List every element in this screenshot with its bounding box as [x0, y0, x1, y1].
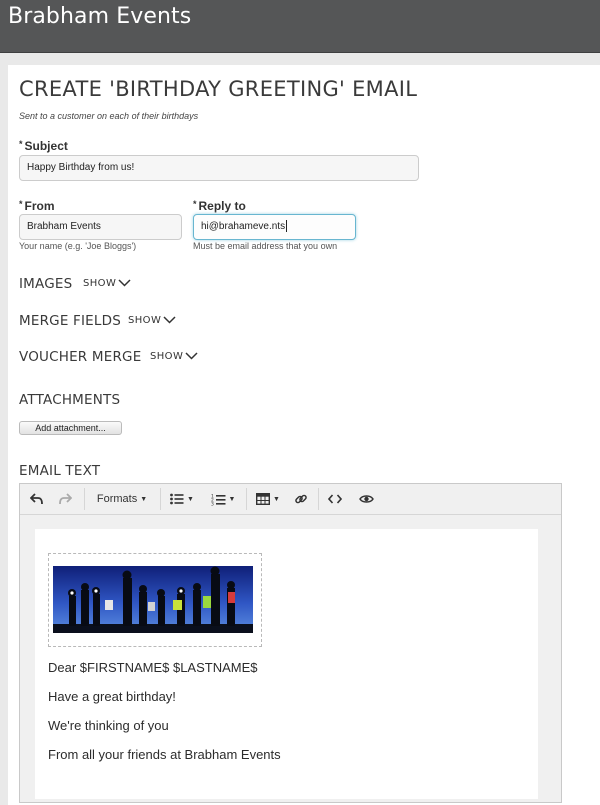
text-cursor — [286, 220, 288, 233]
add-attachment-button[interactable]: Add attachment... — [19, 421, 122, 435]
from-label-text: From — [24, 199, 55, 213]
toolbar-divider — [246, 488, 247, 510]
editor-content[interactable]: Dear $FIRSTNAME$ $LASTNAME$ Have a great… — [35, 529, 538, 799]
table-button[interactable]: ▼ — [250, 488, 286, 510]
subject-input[interactable]: Happy Birthday from us! — [19, 155, 419, 181]
bullet-list-button[interactable]: ▼ — [164, 488, 200, 510]
email-photo — [53, 566, 253, 633]
toolbar-divider — [318, 488, 319, 510]
merge-fields-show-toggle[interactable]: SHOW — [128, 315, 176, 326]
caret-down-icon: ▼ — [187, 495, 194, 503]
toolbar-divider — [84, 488, 85, 510]
chevron-down-icon — [163, 316, 176, 324]
from-input[interactable]: Brabham Events — [19, 214, 182, 240]
email-body-line: Have a great birthday! — [48, 689, 176, 704]
table-icon — [256, 493, 271, 505]
voucher-merge-show-toggle[interactable]: SHOW — [150, 351, 198, 362]
reply-to-hint: Must be email address that you own — [193, 241, 338, 251]
required-marker: * — [19, 139, 23, 149]
toolbar-divider — [160, 488, 161, 510]
code-icon — [328, 494, 342, 504]
images-section-title: IMAGES — [19, 276, 73, 292]
source-code-button[interactable] — [324, 488, 346, 510]
email-text-section-title: EMAIL TEXT — [19, 463, 101, 479]
subject-label-text: Subject — [24, 139, 68, 153]
numbered-list-button[interactable]: 1 2 3 ▼ — [204, 488, 242, 510]
formats-label: Formats — [96, 493, 138, 505]
reply-to-label-text: Reply to — [198, 199, 246, 213]
link-button[interactable] — [290, 488, 312, 510]
required-marker: * — [193, 199, 197, 209]
redo-button[interactable] — [54, 488, 76, 510]
reply-to-value: hi@brahameve.nts — [201, 221, 286, 232]
chevron-down-icon — [185, 352, 198, 360]
email-body-line: We're thinking of you — [48, 718, 169, 733]
undo-button[interactable] — [26, 488, 48, 510]
from-label: * From — [19, 199, 55, 213]
voucher-merge-section-title: VOUCHER MERGE — [19, 349, 142, 365]
eye-icon — [358, 495, 374, 503]
merge-fields-show-label: SHOW — [128, 315, 162, 326]
merge-fields-section-title: MERGE FIELDS — [19, 313, 122, 329]
numbered-list-icon: 123 — [211, 493, 226, 506]
attachments-section-title: ATTACHMENTS — [19, 392, 121, 408]
reply-to-input[interactable]: hi@brahameve.nts — [193, 214, 356, 240]
runners-photo-image — [53, 566, 253, 633]
bullet-list-icon — [170, 493, 184, 505]
from-hint: Your name (e.g. 'Joe Bloggs') — [19, 241, 137, 251]
link-icon — [295, 494, 307, 504]
rich-text-editor: Formats ▼ ▼ 1 2 3 ▼ ▼ Dear $FIRSTNAME$ $… — [19, 483, 562, 803]
formats-dropdown[interactable]: Formats ▼ — [90, 488, 154, 510]
redo-icon — [59, 493, 72, 505]
svg-text:3: 3 — [211, 501, 214, 506]
caret-down-icon: ▼ — [273, 495, 280, 503]
app-header: Brabham Events — [0, 0, 600, 53]
caret-down-icon: ▼ — [228, 495, 236, 503]
required-marker: * — [19, 199, 23, 209]
subject-label: * Subject — [19, 139, 68, 153]
app-brand[interactable]: Brabham Events — [8, 4, 191, 29]
reply-to-label: * Reply to — [193, 199, 246, 213]
editor-toolbar: Formats ▼ ▼ 1 2 3 ▼ ▼ — [20, 484, 561, 515]
email-image[interactable] — [48, 553, 262, 647]
page-title: CREATE 'BIRTHDAY GREETING' EMAIL — [19, 77, 418, 101]
undo-icon — [30, 493, 43, 505]
caret-down-icon: ▼ — [140, 495, 148, 503]
chevron-down-icon — [118, 279, 131, 287]
images-show-toggle[interactable]: SHOW — [83, 278, 131, 289]
voucher-merge-show-label: SHOW — [150, 351, 184, 362]
preview-button[interactable] — [354, 488, 378, 510]
page-subtitle: Sent to a customer on each of their birt… — [19, 111, 199, 121]
email-signoff-line: From all your friends at Brabham Events — [48, 747, 281, 762]
email-greeting-line: Dear $FIRSTNAME$ $LASTNAME$ — [48, 660, 258, 675]
images-show-label: SHOW — [83, 278, 117, 289]
